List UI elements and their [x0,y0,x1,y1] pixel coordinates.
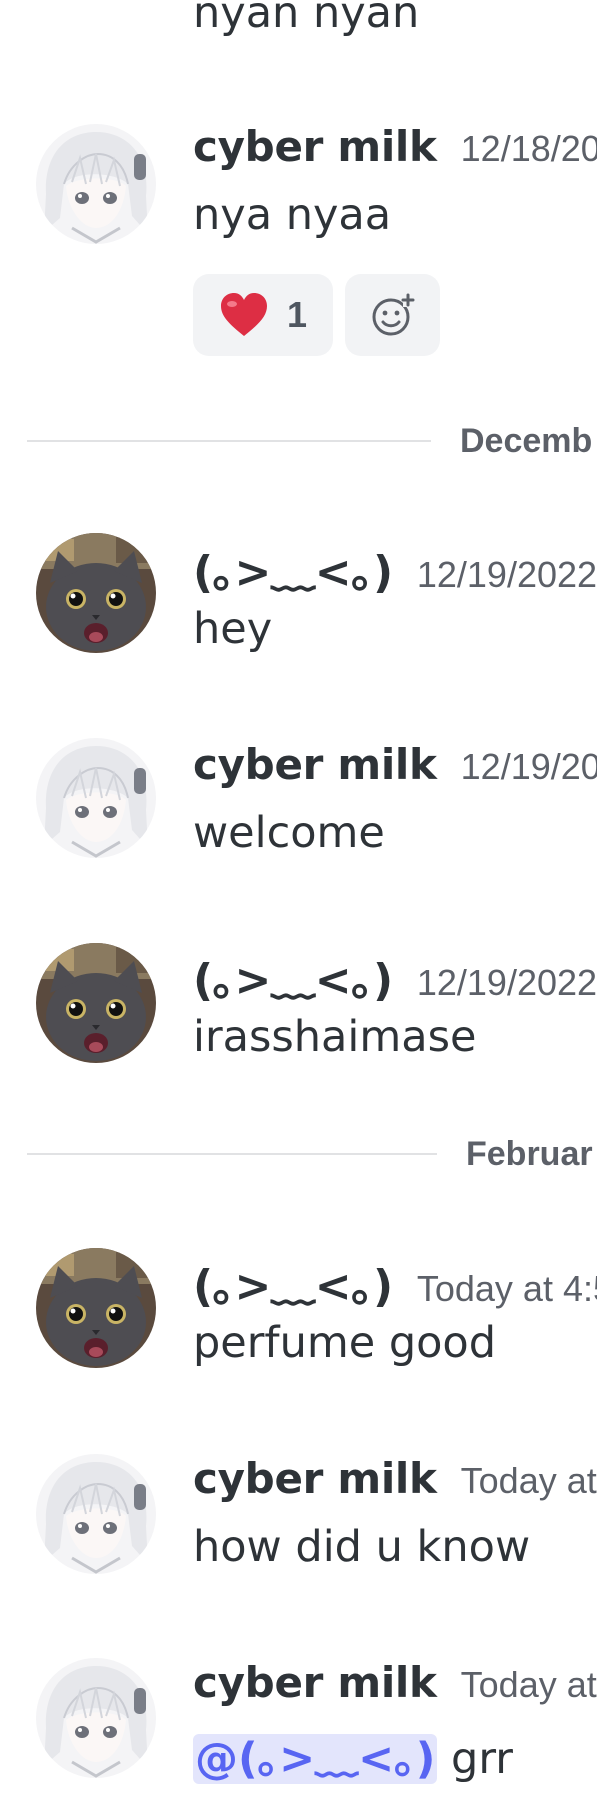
timestamp: 12/19/2022 [416,962,597,1003]
timestamp: Today at [460,1460,597,1501]
message-content: how did u know [193,1522,531,1572]
message-header: cyber milk 12/19/202 [193,740,597,789]
message-header: cyber milk Today at [193,1454,597,1503]
message-content: nyan nyan [193,0,420,38]
avatar[interactable] [36,943,156,1063]
author-name[interactable]: (｡>﹏<｡) [193,1261,393,1312]
message-content: welcome [193,808,385,858]
message-header: (｡>﹏<｡) 12/19/2022 [193,944,597,1008]
message-header: cyber milk Today at [193,1658,597,1707]
date-divider-label: Decemb [460,422,593,460]
date-divider-line [27,440,431,442]
author-name[interactable]: cyber milk [193,122,437,171]
message-content: hey [193,604,273,654]
reaction-bar: 1 [193,274,440,356]
author-name[interactable]: cyber milk [193,1454,437,1503]
avatar[interactable] [36,1248,156,1368]
timestamp: Today at [460,1664,597,1705]
date-divider-label: Februar [466,1135,593,1173]
author-name[interactable]: (｡>﹏<｡) [193,955,393,1006]
reaction-count: 1 [286,294,308,335]
date-divider-line [27,1153,437,1155]
message-content: @(｡>﹏<｡) grr [193,1724,513,1786]
avatar[interactable] [36,738,156,858]
author-name[interactable]: cyber milk [193,740,437,789]
timestamp: 12/18/20 [460,128,597,169]
timestamp: Today at 4:5 [416,1268,597,1309]
avatar[interactable] [36,533,156,653]
avatar[interactable] [36,124,156,244]
user-mention[interactable]: @(｡>﹏<｡) [193,1734,438,1784]
add-reaction-icon [372,293,414,336]
message-content: perfume good [193,1318,497,1368]
reaction-heart[interactable]: 1 [193,274,333,356]
avatar[interactable] [36,1454,156,1574]
heart-icon [220,293,267,336]
message-list[interactable]: nyan nyan cyber milk 12/18/20 nya nyaa 1 [0,0,597,1802]
author-name[interactable]: (｡>﹏<｡) [193,547,393,598]
message-header: (｡>﹏<｡) Today at 4:5 [193,1250,597,1314]
message-content: nya nyaa [193,190,392,240]
message-content: irasshaimase [193,1012,477,1062]
message-header: cyber milk 12/18/20 [193,122,597,171]
message-header: (｡>﹏<｡) 12/19/2022 [193,536,597,600]
avatar[interactable] [36,1658,156,1778]
author-name[interactable]: cyber milk [193,1658,437,1707]
timestamp: 12/19/2022 [416,554,597,595]
add-reaction-button[interactable] [345,274,440,356]
timestamp: 12/19/202 [460,746,597,787]
message-text: grr [451,1734,513,1784]
